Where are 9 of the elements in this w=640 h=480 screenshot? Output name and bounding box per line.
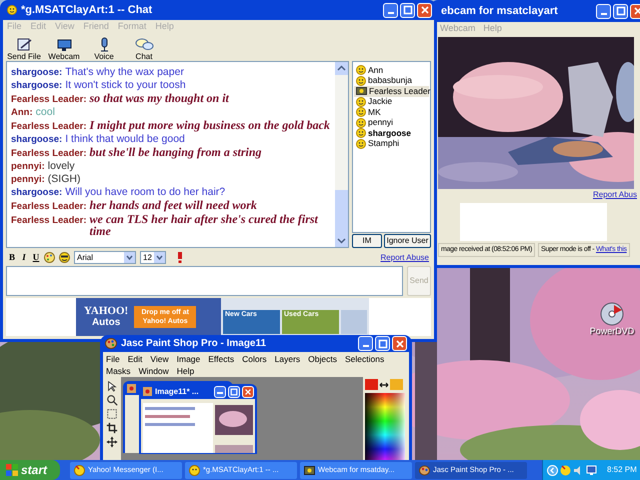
smiley-icon (74, 464, 85, 476)
webcam-icon (304, 464, 315, 476)
smiley-icon (189, 464, 200, 476)
monitor-icon[interactable] (586, 464, 597, 476)
windows-flag-icon (6, 464, 18, 476)
clock: 8:52 PM (607, 464, 637, 476)
start-button[interactable]: start (0, 460, 60, 480)
palette-icon (419, 464, 430, 476)
chevron-icon[interactable] (547, 464, 558, 476)
